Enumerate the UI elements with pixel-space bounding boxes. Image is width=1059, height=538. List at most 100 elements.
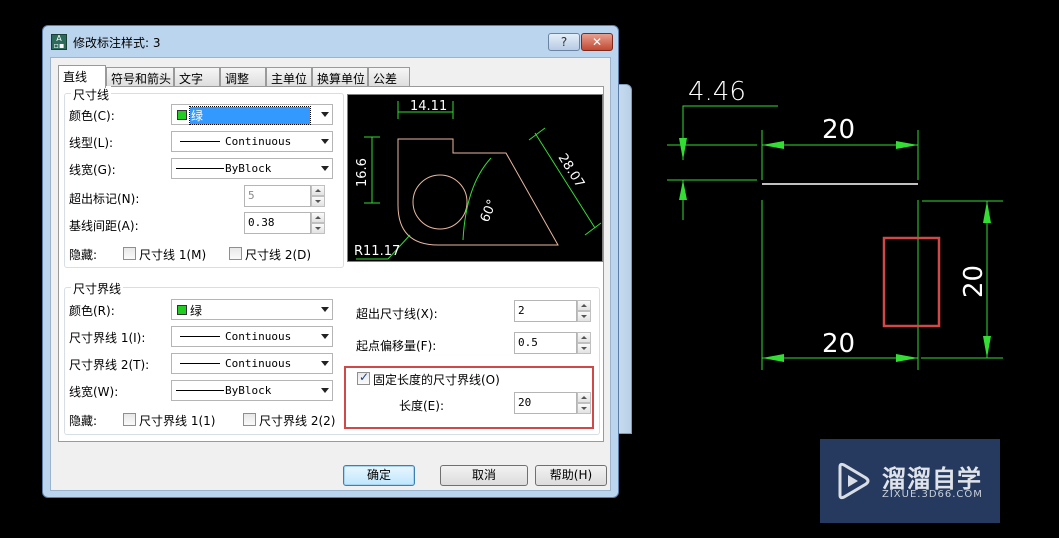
offset-origin-input[interactable]: 0.5 xyxy=(514,332,577,354)
arrow-icon xyxy=(679,180,687,200)
chevron-down-icon xyxy=(321,112,329,117)
spin-up-icon[interactable] xyxy=(311,212,325,223)
offset-origin-spinner[interactable]: 0.5 xyxy=(514,332,592,354)
group-title-dimension-lines: 尺寸线 xyxy=(71,86,112,103)
tab-alternate-units[interactable]: 换算单位 xyxy=(312,67,368,86)
suppress-dim-line-2-checkbox[interactable] xyxy=(229,247,242,260)
arrow-icon xyxy=(983,336,991,358)
lineweight-sample xyxy=(176,168,224,169)
watermark-subtitle: ZIXUE.3D66.COM xyxy=(882,489,983,500)
chevron-down-icon xyxy=(321,307,329,312)
suppress-ext-line-1-label: 尺寸界线 1(1) xyxy=(139,414,216,428)
ext-color-select[interactable]: 绿 xyxy=(171,299,333,320)
arrow-icon xyxy=(896,141,918,149)
suppress-ext-line-2-checkbox[interactable] xyxy=(243,413,256,426)
arrow-icon xyxy=(983,201,991,223)
spin-down-icon[interactable] xyxy=(577,311,591,322)
dialog-title: 修改标注样式: 3 xyxy=(73,36,161,50)
suppress-ext-line-2-label: 尺寸界线 2(2) xyxy=(259,414,336,428)
highlight-box-fixed-length xyxy=(344,366,594,429)
preview-dim-angle: 60° xyxy=(478,198,501,225)
highlight-box-drawing xyxy=(882,236,941,328)
linetype-sample xyxy=(180,336,220,337)
dim-linetype-select[interactable]: Continuous xyxy=(171,131,333,152)
preview-part-outline xyxy=(397,138,559,246)
tab-text[interactable]: 文字 xyxy=(174,67,220,86)
help-button[interactable]: ? xyxy=(548,33,580,51)
extend-beyond-input[interactable]: 2 xyxy=(514,300,577,322)
tab-tolerances[interactable]: 公差 xyxy=(368,67,410,86)
ext-color-value: 绿 xyxy=(190,304,203,318)
play-logo-icon xyxy=(838,462,870,500)
spin-up-icon[interactable] xyxy=(577,332,591,343)
extend-beyond-label: 超出尺寸线(X): xyxy=(356,307,438,321)
title-bar[interactable]: A ▫▪ 修改标注样式: 3 ? ✕ xyxy=(43,26,618,56)
extend-beyond-spinner[interactable]: 2 xyxy=(514,300,592,322)
spin-down-icon[interactable] xyxy=(311,223,325,234)
dim-text-right: 20 xyxy=(959,265,989,298)
green-swatch xyxy=(177,305,187,315)
ext-suppress-label: 隐藏: xyxy=(69,414,98,428)
dim-text-bottom: 20 xyxy=(822,329,855,359)
ext1-linetype-value: Continuous xyxy=(225,330,292,343)
group-title-extension-lines: 尺寸界线 xyxy=(71,280,124,297)
chevron-down-icon xyxy=(321,388,329,393)
baseline-spacing-label: 基线间距(A): xyxy=(69,219,139,233)
lineweight-sample xyxy=(176,390,224,391)
green-swatch xyxy=(177,110,187,120)
extend-ticks-label: 超出标记(N): xyxy=(69,192,140,206)
cad-drawing: 4.46 20 20 20 xyxy=(667,77,1003,370)
extend-ticks-input[interactable]: 5 xyxy=(244,185,311,207)
dim-color-select[interactable]: 绿 xyxy=(171,104,333,125)
tab-symbols-arrows[interactable]: 符号和箭头 xyxy=(106,67,174,86)
preview-dim-top: 14.11 xyxy=(410,99,447,114)
offset-origin-label: 起点偏移量(F): xyxy=(356,339,437,353)
dim-text-small: 4.46 xyxy=(688,77,746,107)
arrow-icon xyxy=(679,138,687,160)
ext2-linetype-value: Continuous xyxy=(225,357,292,370)
ext-lineweight-value: ByBlock xyxy=(225,384,272,397)
suppress-ext-line-1-checkbox[interactable] xyxy=(123,413,136,426)
spin-down-icon[interactable] xyxy=(311,196,325,207)
chevron-down-icon xyxy=(321,166,329,171)
dim-lineweight-select[interactable]: ByBlock xyxy=(171,158,333,179)
close-icon: ✕ xyxy=(591,35,603,49)
extend-ticks-spinner[interactable]: 5 xyxy=(244,185,326,207)
ext-color-label: 颜色(R): xyxy=(69,304,115,318)
suppress-dim-line-1-label: 尺寸线 1(M) xyxy=(139,248,207,262)
help-dialog-button[interactable]: 帮助(H) xyxy=(535,465,607,486)
preview-dim-radius: R11.17 xyxy=(354,244,400,259)
ok-button[interactable]: 确定 xyxy=(343,465,415,486)
dim-linetype-label: 线型(L): xyxy=(69,136,114,150)
ext-lineweight-select[interactable]: ByBlock xyxy=(171,380,333,401)
dim-lineweight-value: ByBlock xyxy=(225,162,272,175)
dim-suppress-label: 隐藏: xyxy=(69,248,98,262)
preview-drawing: 14.11 16.6 28.07 60° R11.17 xyxy=(354,99,602,260)
tab-lines[interactable]: 直线 xyxy=(58,65,106,88)
dim-text-top: 20 xyxy=(822,115,855,145)
close-button[interactable]: ✕ xyxy=(581,33,613,51)
spin-up-icon[interactable] xyxy=(577,300,591,311)
arrow-icon xyxy=(896,354,918,362)
tab-fit[interactable]: 调整 xyxy=(220,67,266,86)
preview-circle xyxy=(412,174,468,230)
chevron-down-icon xyxy=(321,361,329,366)
cancel-button[interactable]: 取消 xyxy=(440,465,528,486)
baseline-spacing-spinner[interactable]: 0.38 xyxy=(244,212,326,234)
arrow-icon xyxy=(762,141,784,149)
ext1-linetype-select[interactable]: Continuous xyxy=(171,326,333,347)
spin-down-icon[interactable] xyxy=(577,343,591,354)
arrow-icon xyxy=(762,354,784,362)
suppress-dim-line-1-checkbox[interactable] xyxy=(123,247,136,260)
baseline-spacing-input[interactable]: 0.38 xyxy=(244,212,311,234)
linetype-sample xyxy=(180,363,220,364)
tab-primary-units[interactable]: 主单位 xyxy=(266,67,312,86)
dim-color-value: 绿 xyxy=(189,106,311,125)
watermark-logo: 溜溜自学 ZIXUE.3D66.COM xyxy=(820,439,1000,523)
ext-lineweight-label: 线宽(W): xyxy=(69,385,119,399)
ext2-linetype-select[interactable]: Continuous xyxy=(171,353,333,374)
dim-linetype-value: Continuous xyxy=(225,135,292,148)
leader-line xyxy=(682,105,778,160)
dimension-style-preview: 14.11 16.6 28.07 60° R11.17 xyxy=(347,94,603,262)
spin-up-icon[interactable] xyxy=(311,185,325,196)
